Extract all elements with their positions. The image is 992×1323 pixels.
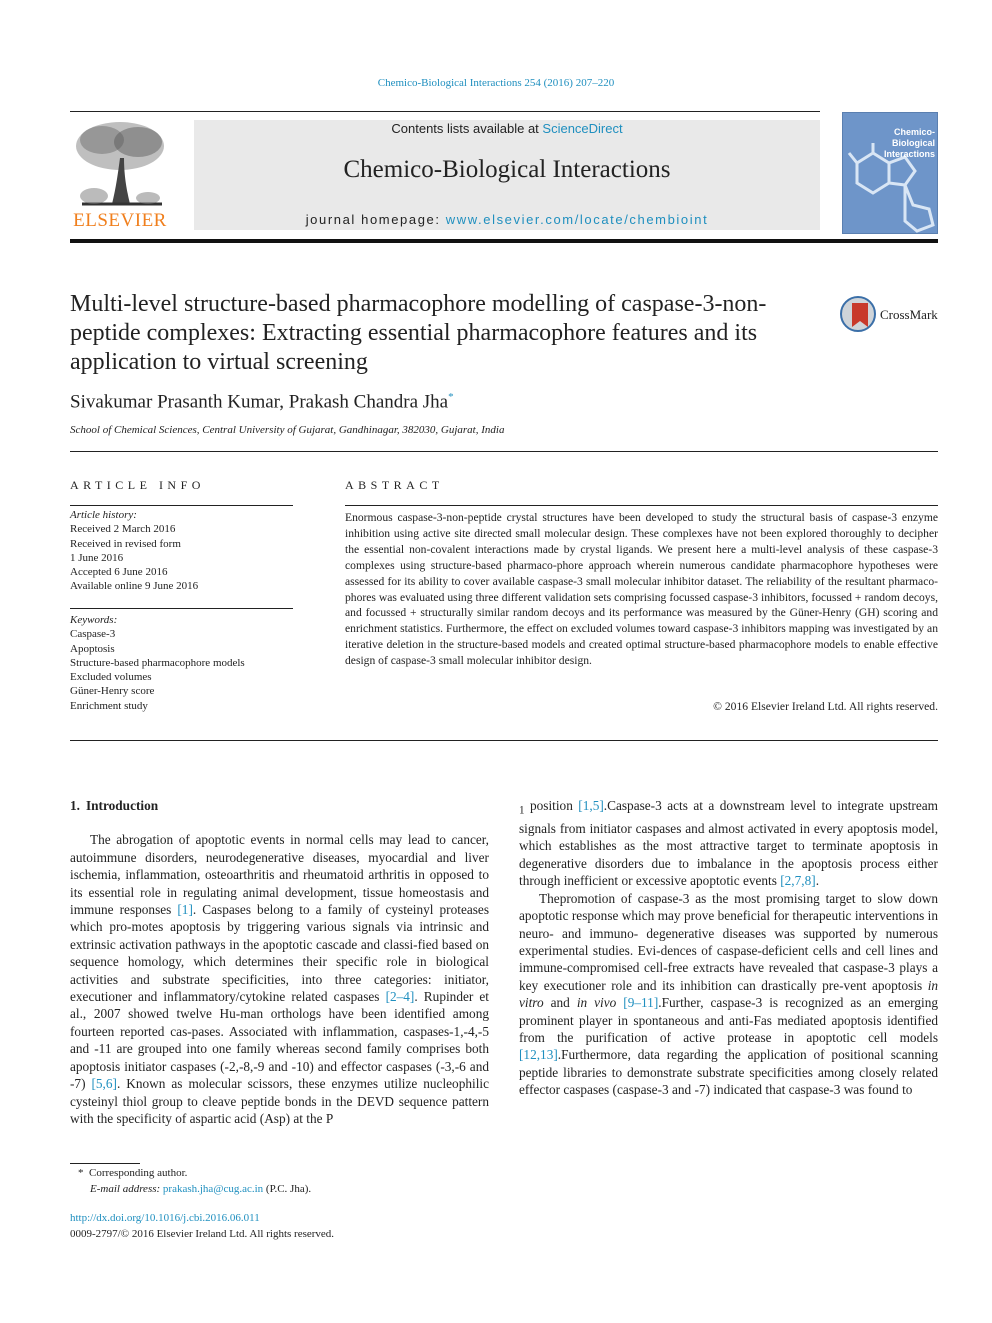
- abstract-copyright: © 2016 Elsevier Ireland Ltd. All rights …: [713, 700, 938, 713]
- citation-link[interactable]: [2,7,8]: [780, 873, 815, 888]
- citation-link[interactable]: [5,6]: [91, 1076, 116, 1091]
- footnote: * Corresponding author. E-mail address: …: [78, 1166, 311, 1197]
- citation-link[interactable]: [1,5]: [578, 798, 603, 813]
- body-column-left: 1. Introduction The abrogation of apoptot…: [70, 797, 489, 1127]
- sciencedirect-link[interactable]: ScienceDirect: [542, 121, 622, 136]
- body-column-right: 1 position [1,5].Caspase-3 acts at a dow…: [519, 797, 938, 1099]
- divider: [70, 505, 293, 506]
- keyword: Caspase-3: [70, 628, 116, 641]
- affiliation: School of Chemical Sciences, Central Uni…: [70, 424, 505, 436]
- crossmark-label: CrossMark: [880, 307, 938, 322]
- crossmark-icon: [840, 296, 876, 332]
- divider: [70, 740, 938, 741]
- email-link[interactable]: prakash.jha@cug.ac.in: [163, 1183, 263, 1195]
- article-info-heading: ARTICLE INFO: [70, 478, 205, 492]
- section-heading: 1. Introduction: [70, 797, 489, 814]
- footnote-divider: [70, 1163, 140, 1164]
- elsevier-wordmark: ELSEVIER: [73, 210, 167, 231]
- body-paragraph: 1 position [1,5].Caspase-3 acts at a dow…: [519, 798, 939, 889]
- doi-block: http://dx.doi.org/10.1016/j.cbi.2016.06.…: [70, 1211, 334, 1242]
- email-suffix: (P.C. Jha).: [263, 1182, 312, 1195]
- corresponding-label: Corresponding author.: [89, 1167, 188, 1179]
- subscript: 1: [519, 804, 525, 817]
- history-item: Received 2 March 2016: [70, 523, 176, 536]
- footnote-mark: *: [78, 1167, 84, 1179]
- keywords-label: Keywords:: [70, 614, 118, 626]
- journal-homepage-link[interactable]: www.elsevier.com/locate/chembioint: [446, 212, 709, 227]
- section-number: 1.: [70, 798, 80, 813]
- journal-cover-image[interactable]: Chemico-Biological Interactions: [842, 112, 938, 234]
- elsevier-logo[interactable]: ELSEVIER: [68, 118, 172, 233]
- section-title: Introduction: [85, 798, 159, 813]
- article-history-label: Article history:: [70, 509, 137, 521]
- keyword: Apoptosis: [70, 642, 115, 655]
- citation-link[interactable]: [12,13]: [519, 1047, 558, 1062]
- citation-link[interactable]: [1]: [177, 902, 193, 917]
- elsevier-tree-icon: [72, 118, 168, 210]
- homepage-prefix: journal homepage:: [305, 212, 446, 227]
- article-title: Multi-level structure-based pharmacophor…: [70, 291, 767, 375]
- body-paragraph: The abrogation of apoptotic events in no…: [70, 832, 489, 1126]
- abstract-text: Enormous caspase-3-non-peptide crystal s…: [345, 511, 938, 668]
- citation-link[interactable]: [2–4]: [386, 989, 415, 1004]
- keyword: Güner-Henry score: [70, 685, 155, 698]
- issn-copyright: 0009-2797/© 2016 Elsevier Ireland Ltd. A…: [70, 1227, 335, 1240]
- divider: [70, 451, 938, 452]
- divider: [345, 505, 938, 506]
- divider: [70, 608, 293, 609]
- article-history: Article history: Received 2 March 2016 R…: [70, 508, 300, 594]
- history-item: Available online 9 June 2016: [70, 580, 199, 593]
- homepage-line: journal homepage: www.elsevier.com/locat…: [194, 212, 820, 227]
- corresponding-author-mark[interactable]: *: [448, 391, 454, 403]
- keyword: Structure-based pharmacophore models: [70, 656, 245, 669]
- divider: [70, 111, 820, 112]
- author-names: Sivakumar Prasanth Kumar, Prakash Chandr…: [70, 391, 449, 413]
- corresponding-author-note: * Corresponding author.: [78, 1166, 311, 1182]
- crossmark-button[interactable]: CrossMark: [840, 296, 940, 336]
- keywords: Keywords: Caspase-3 Apoptosis Structure-…: [70, 613, 300, 713]
- cover-title: Chemico-Biological Interactions: [883, 127, 935, 159]
- email-line: E-mail address: prakash.jha@cug.ac.in (P…: [78, 1182, 311, 1198]
- body-paragraph: Thepromotion of caspase-3 as the most pr…: [519, 890, 939, 1098]
- body-text-right: 1 position [1,5].Caspase-3 acts at a dow…: [519, 797, 938, 1099]
- abstract-heading: ABSTRACT: [345, 478, 444, 492]
- history-item: 1 June 2016: [70, 551, 124, 564]
- italic-term: in vivo: [576, 995, 617, 1011]
- email-label: E-mail address:: [90, 1182, 161, 1195]
- history-item: Received in revised form: [70, 537, 181, 550]
- keyword: Enrichment study: [70, 699, 148, 712]
- journal-masthead: Contents lists available at ScienceDirec…: [194, 120, 820, 230]
- contents-prefix: Contents lists available at: [391, 121, 543, 136]
- journal-name: Chemico-Biological Interactions: [343, 156, 671, 183]
- contents-line: Contents lists available at ScienceDirec…: [194, 121, 820, 136]
- history-item: Accepted 6 June 2016: [70, 566, 168, 579]
- doi-link[interactable]: http://dx.doi.org/10.1016/j.cbi.2016.06.…: [70, 1212, 260, 1224]
- citation-link[interactable]: [9–11]: [623, 995, 658, 1010]
- divider: [70, 239, 938, 243]
- keyword: Excluded volumes: [70, 671, 152, 684]
- body-text-left: The abrogation of apoptotic events in no…: [70, 831, 489, 1127]
- running-head[interactable]: Chemico-Biological Interactions 254 (201…: [0, 77, 992, 89]
- authors: Sivakumar Prasanth Kumar, Prakash Chandr…: [70, 391, 454, 413]
